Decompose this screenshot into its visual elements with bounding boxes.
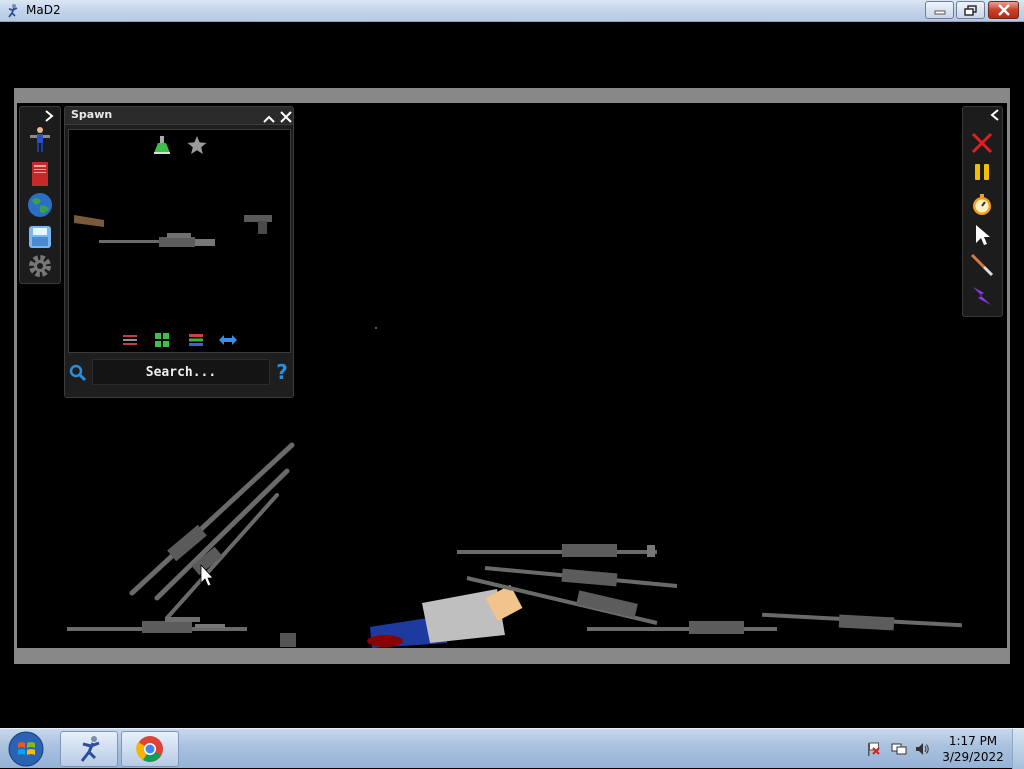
list-view-button[interactable] [187,332,205,348]
search-icon [69,364,87,382]
pistol-item[interactable] [242,212,276,236]
pistol-on-floor[interactable] [280,633,296,647]
grid-icon [155,333,169,347]
category-favorites-button[interactable] [186,134,208,156]
swap-view-button[interactable] [217,332,239,348]
taskbar-chrome-button[interactable] [121,731,179,767]
list-icon [189,334,203,346]
rifle-stock-item[interactable] [72,211,106,231]
taskbar: 1:17 PM 3/29/2022 [0,728,1024,769]
timer-icon [973,194,991,215]
grid-view-button[interactable] [153,332,171,348]
pistol-icon [244,215,272,234]
show-desktop-button[interactable] [1012,729,1024,769]
lightning-icon [973,287,991,305]
spawn-panel-header[interactable]: Spawn [65,107,293,125]
game-window: MaD2 Spawn Search... ? [0,0,1024,728]
filter-icon [123,335,137,345]
title-bar[interactable]: MaD2 [0,0,1024,22]
chevron-left-icon [990,109,999,121]
star-icon [187,136,207,154]
dust-particle [374,326,378,330]
book-icon [32,162,48,186]
chevron-up-icon [263,115,275,123]
left-toolbar-collapse-button[interactable] [40,108,58,123]
search-button[interactable] [68,363,88,383]
slow-motion-button[interactable] [968,191,996,219]
swap-icon [219,335,237,345]
leaning-rifles[interactable] [129,442,295,620]
start-button[interactable] [4,731,48,767]
spawn-item-grid [68,129,291,353]
ragdoll-body[interactable] [367,584,523,648]
help-button[interactable]: ? [273,360,291,384]
search-row: ? [65,357,293,387]
flask-icon [154,136,170,154]
taskbar-mad2-button[interactable] [60,731,118,767]
spawn-panel-close-button[interactable] [279,109,293,123]
close-button[interactable] [988,1,1019,19]
power-tool-button[interactable] [968,282,996,310]
ragdoll-tool-button[interactable] [26,126,54,154]
search-input[interactable] [92,359,270,385]
close-icon [280,111,292,123]
flag-icon[interactable] [866,741,882,757]
mad2-app-icon [80,736,100,762]
book-tool-button[interactable] [26,160,54,188]
chevron-right-icon [45,109,54,122]
minimize-icon [934,10,945,15]
save-tool-button[interactable] [26,223,54,251]
maximize-button[interactable] [956,1,985,19]
spawn-panel-title: Spawn [71,108,113,121]
knife-icon [970,253,994,277]
globe-icon [28,193,52,217]
floor-rifle-left[interactable] [67,617,247,633]
gear-icon [29,255,51,277]
minimize-button[interactable] [925,1,954,19]
spawn-panel: Spawn Search... ? [64,106,294,398]
sniper-rifle-item[interactable] [97,230,217,252]
right-toolbar-collapse-button[interactable] [988,108,1002,122]
cursor-icon [976,225,990,245]
world-tool-button[interactable] [26,191,54,219]
clock-date[interactable]: 3/29/2022 [936,750,1010,764]
restore-icon [963,4,977,16]
settings-tool-button[interactable] [26,252,54,280]
rifle-stock-icon [74,215,104,227]
network-icon[interactable] [891,741,907,757]
ragdoll-icon [30,127,50,152]
windows-logo-icon [8,731,44,767]
close-icon [997,4,1010,16]
sniper-rifle-icon [99,233,215,247]
clock-time[interactable]: 1:17 PM [936,734,1010,748]
chrome-icon [136,736,163,762]
category-chemistry-button[interactable] [152,134,172,156]
clear-all-button[interactable] [968,129,996,157]
pause-button[interactable] [968,158,996,186]
mad2-app-icon [8,4,18,18]
rifle-stack[interactable] [457,544,962,634]
save-icon [29,226,51,248]
spawn-panel-minimize-button[interactable] [262,110,276,123]
volume-icon[interactable] [914,741,930,757]
knife-tool-button[interactable] [968,251,996,279]
window-title: MaD2 [26,3,61,17]
filter-view-button[interactable] [121,332,139,348]
clear-icon [971,132,993,154]
pause-icon [975,164,989,180]
select-tool-button[interactable] [968,221,996,249]
